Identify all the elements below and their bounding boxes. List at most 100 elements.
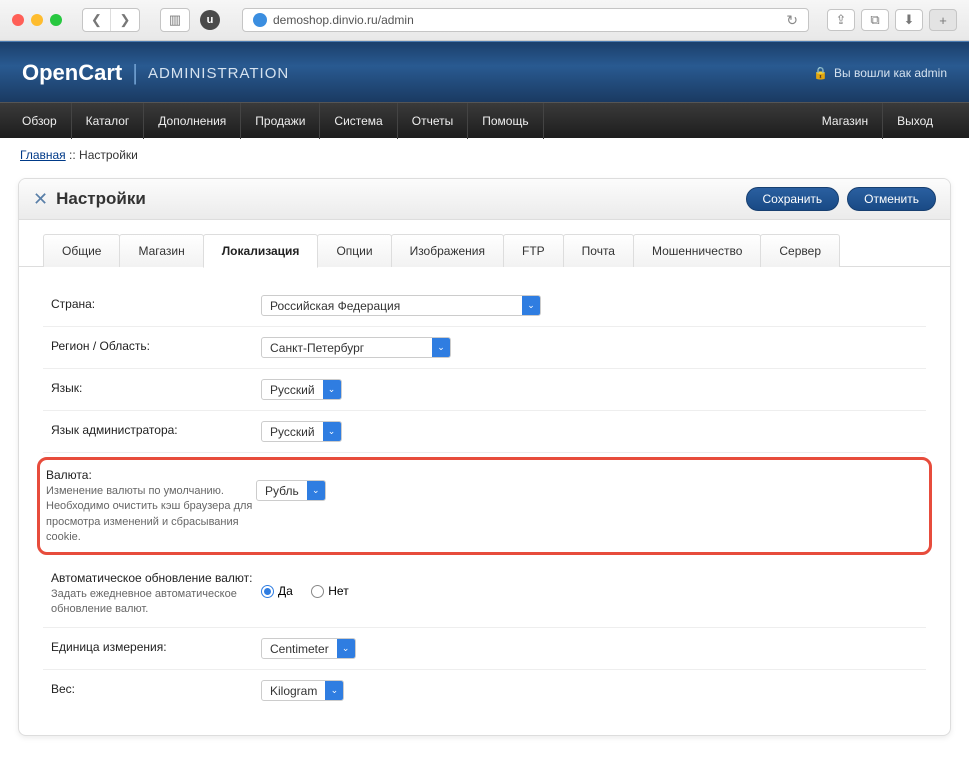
lock-icon: 🔒 (813, 66, 828, 80)
window-controls[interactable] (12, 14, 62, 26)
chevron-down-icon: ⌄ (307, 481, 325, 500)
login-status: 🔒 Вы вошли как admin (813, 66, 947, 80)
nav-reports[interactable]: Отчеты (398, 103, 468, 139)
nav-system[interactable]: Система (320, 103, 397, 139)
brand-separator: | (132, 60, 138, 86)
chevron-down-icon: ⌄ (325, 681, 343, 700)
row-country: Страна: Российская Федерация ⌄ (43, 285, 926, 327)
browser-toolbar: ❮ ❯ ▥ u demoshop.dinvio.ru/admin ↻ ⇪ ⧉ ⬇… (0, 0, 969, 41)
select-region-value: Санкт-Петербург (262, 341, 432, 355)
share-button[interactable]: ⇪ (827, 9, 855, 31)
row-language: Язык: Русский ⌄ (43, 369, 926, 411)
select-language[interactable]: Русский ⌄ (261, 379, 342, 400)
select-country-value: Российская Федерация (262, 299, 522, 313)
radio-no[interactable] (311, 585, 324, 598)
label-currency: Валюта: Изменение валюты по умолчанию. Н… (46, 466, 256, 546)
minimize-window-icon[interactable] (31, 14, 43, 26)
brand: OpenCart | ADMINISTRATION (22, 60, 289, 86)
nav-buttons: ❮ ❯ (82, 8, 140, 32)
tab-server[interactable]: Сервер (760, 234, 840, 267)
row-region: Регион / Область: Санкт-Петербург ⌄ (43, 327, 926, 369)
tab-image[interactable]: Изображения (391, 234, 504, 267)
help-currency: Изменение валюты по умолчанию. Необходим… (46, 484, 256, 546)
label-country: Страна: (51, 295, 261, 311)
select-weight-value: Kilogram (262, 684, 325, 698)
row-admin-language: Язык администратора: Русский ⌄ (43, 411, 926, 453)
nav-extensions[interactable]: Дополнения (144, 103, 241, 139)
form-area: Страна: Российская Федерация ⌄ Регион / … (19, 266, 950, 735)
select-currency-value: Рубль (257, 484, 307, 498)
select-length[interactable]: Centimeter ⌄ (261, 638, 356, 659)
tabs: Общие Магазин Локализация Опции Изображе… (19, 220, 950, 267)
maximize-window-icon[interactable] (50, 14, 62, 26)
radio-yes-label: Да (278, 584, 293, 598)
tab-option[interactable]: Опции (317, 234, 391, 267)
breadcrumb-sep: :: (66, 148, 79, 162)
nav-catalog[interactable]: Каталог (72, 103, 145, 139)
panel-header: ✕ Настройки Сохранить Отменить (19, 179, 950, 220)
breadcrumb-current: Настройки (79, 148, 138, 162)
sidebar-icon: ▥ (161, 9, 189, 31)
tab-mail[interactable]: Почта (563, 234, 634, 267)
tab-fraud[interactable]: Мошенничество (633, 234, 761, 267)
extension-badge[interactable]: u (200, 10, 220, 30)
label-currency-text: Валюта: (46, 468, 92, 482)
chevron-down-icon: ⌄ (432, 338, 450, 357)
brand-subtitle: ADMINISTRATION (148, 65, 289, 82)
save-button[interactable]: Сохранить (746, 187, 840, 211)
select-language-value: Русский (262, 383, 323, 397)
app-header: OpenCart | ADMINISTRATION 🔒 Вы вошли как… (0, 41, 969, 102)
nav-overview[interactable]: Обзор (22, 103, 72, 139)
cancel-button[interactable]: Отменить (847, 187, 936, 211)
sidebar-toggle[interactable]: ▥ (160, 8, 190, 32)
close-window-icon[interactable] (12, 14, 24, 26)
label-admin-language: Язык администратора: (51, 421, 261, 437)
chevron-down-icon: ⌄ (522, 296, 540, 315)
newtab-button[interactable]: + (929, 9, 957, 31)
breadcrumb-home[interactable]: Главная (20, 148, 66, 162)
downloads-button[interactable]: ⬇ (895, 9, 923, 31)
row-auto-update: Автоматическое обновление валют: Задать … (43, 559, 926, 629)
address-bar[interactable]: demoshop.dinvio.ru/admin ↻ (242, 8, 809, 32)
radio-no-label: Нет (328, 584, 348, 598)
reload-icon[interactable]: ↻ (786, 12, 798, 29)
select-country[interactable]: Российская Федерация ⌄ (261, 295, 541, 316)
nav-help[interactable]: Помощь (468, 103, 543, 139)
nav-storefront[interactable]: Магазин (808, 103, 882, 139)
settings-panel: ✕ Настройки Сохранить Отменить Общие Маг… (18, 178, 951, 736)
tabs-button[interactable]: ⧉ (861, 9, 889, 31)
back-button[interactable]: ❮ (83, 9, 111, 31)
radio-yes[interactable] (261, 585, 274, 598)
chevron-down-icon: ⌄ (323, 380, 341, 399)
row-weight: Вес: Kilogram ⌄ (43, 670, 926, 711)
site-icon (253, 13, 267, 27)
select-currency[interactable]: Рубль ⌄ (256, 480, 326, 501)
tab-general[interactable]: Общие (43, 234, 120, 267)
row-currency: Валюта: Изменение валюты по умолчанию. Н… (37, 457, 932, 555)
tab-local[interactable]: Локализация (203, 234, 319, 268)
brand-name: OpenCart (22, 60, 122, 86)
help-auto-update: Задать ежедневное автоматическое обновле… (51, 587, 261, 618)
label-length: Единица измерения: (51, 638, 261, 654)
tab-ftp[interactable]: FTP (503, 234, 564, 267)
login-text: Вы вошли как admin (834, 66, 947, 80)
main-nav: Обзор Каталог Дополнения Продажи Система… (0, 102, 969, 138)
tab-store[interactable]: Магазин (119, 234, 203, 267)
breadcrumb: Главная :: Настройки (0, 138, 969, 172)
toolbar-right: ⇪ ⧉ ⬇ + (827, 9, 957, 31)
url-text: demoshop.dinvio.ru/admin (273, 13, 414, 27)
page-title: Настройки (56, 189, 737, 209)
label-language: Язык: (51, 379, 261, 395)
label-auto-update-text: Автоматическое обновление валют: (51, 571, 252, 585)
settings-icon: ✕ (33, 189, 48, 210)
row-length: Единица измерения: Centimeter ⌄ (43, 628, 926, 670)
label-region: Регион / Область: (51, 337, 261, 353)
nav-sales[interactable]: Продажи (241, 103, 320, 139)
label-auto-update: Автоматическое обновление валют: Задать … (51, 569, 261, 618)
nav-logout[interactable]: Выход (882, 103, 947, 139)
select-admin-language[interactable]: Русский ⌄ (261, 421, 342, 442)
forward-button[interactable]: ❯ (111, 9, 139, 31)
select-weight[interactable]: Kilogram ⌄ (261, 680, 344, 701)
select-region[interactable]: Санкт-Петербург ⌄ (261, 337, 451, 358)
select-admin-language-value: Русский (262, 425, 323, 439)
